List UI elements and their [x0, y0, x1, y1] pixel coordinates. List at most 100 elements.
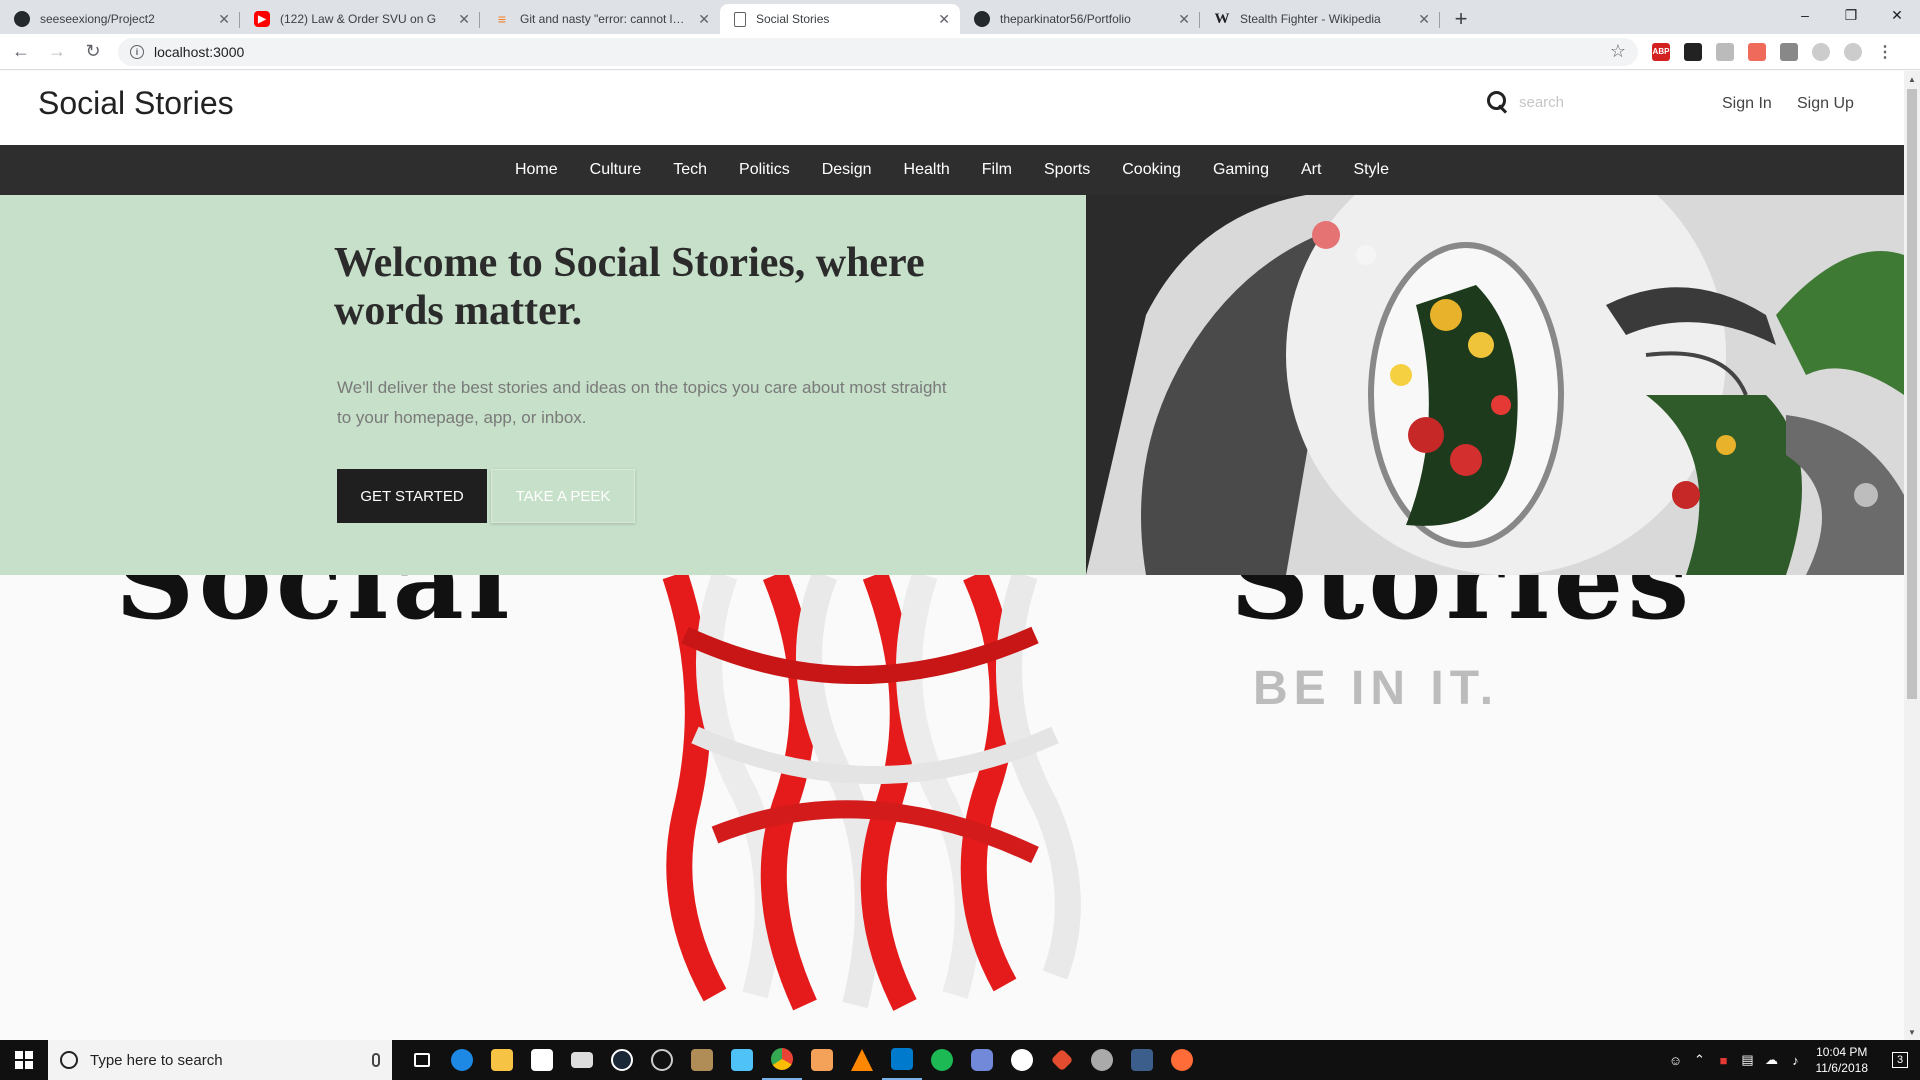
forward-arrow-icon[interactable]: → [42, 37, 72, 67]
edge-icon[interactable] [442, 1040, 482, 1080]
vscode-icon[interactable] [882, 1040, 922, 1080]
chevron-up-icon[interactable]: ⌃ [1688, 1052, 1712, 1068]
browser-tab[interactable]: Social Stories ✕ [720, 4, 960, 34]
search-input[interactable] [1519, 93, 1699, 111]
sign-up-link[interactable]: Sign Up [1797, 95, 1854, 113]
extension-icon[interactable] [1716, 42, 1734, 61]
nav-item-film[interactable]: Film [982, 161, 1012, 179]
scroll-down-icon[interactable]: ▼ [1904, 1024, 1920, 1040]
banner-word-right: Stories [1230, 575, 1694, 644]
address-bar[interactable]: i localhost:3000 ☆ [118, 37, 1638, 66]
tab-close-icon[interactable]: ✕ [1178, 11, 1190, 28]
hero-illustration [1086, 195, 1904, 575]
action-center-icon[interactable]: 3 [1880, 1040, 1920, 1080]
unity-icon[interactable] [642, 1040, 682, 1080]
extension-icon[interactable] [1748, 42, 1766, 61]
nav-item-home[interactable]: Home [515, 161, 558, 179]
sign-in-link[interactable]: Sign In [1722, 95, 1772, 113]
steam-icon[interactable] [602, 1040, 642, 1080]
people-icon[interactable]: ☺ [1664, 1053, 1688, 1068]
tab-close-icon[interactable]: ✕ [218, 11, 230, 28]
browser-tab[interactable]: W Stealth Fighter - Wikipedia ✕ [1200, 4, 1440, 34]
page-scrollbar[interactable]: ▲ ▼ [1904, 71, 1920, 1040]
github-desktop-icon[interactable] [1082, 1040, 1122, 1080]
volume-icon[interactable]: ♪ [1784, 1053, 1808, 1068]
discord-icon[interactable] [962, 1040, 1002, 1080]
git-icon[interactable] [1042, 1040, 1082, 1080]
clock-time: 10:04 PM [1816, 1045, 1868, 1059]
browser-tab[interactable]: ▶ (122) Law & Order SVU on G ✕ [240, 4, 480, 34]
nav-item-politics[interactable]: Politics [739, 161, 790, 179]
taskbar-clock[interactable]: 10:04 PM 11/6/2018 [1816, 1044, 1869, 1076]
start-button[interactable] [0, 1040, 48, 1080]
network-icon[interactable]: ▤ [1736, 1052, 1760, 1068]
browser-tab[interactable]: seeseexiong/Project2 ✕ [0, 4, 240, 34]
site-brand[interactable]: Social Stories [38, 85, 234, 122]
mail-icon[interactable] [562, 1040, 602, 1080]
tab-close-icon[interactable]: ✕ [458, 11, 470, 28]
nav-item-culture[interactable]: Culture [590, 161, 642, 179]
browser-tab[interactable]: theparkinator56/Portfolio ✕ [960, 4, 1200, 34]
nav-item-health[interactable]: Health [904, 161, 950, 179]
microphone-icon[interactable] [372, 1053, 380, 1067]
back-arrow-icon[interactable]: ← [6, 37, 36, 67]
info-icon[interactable]: i [130, 44, 144, 59]
get-started-button[interactable]: GET STARTED [337, 469, 487, 523]
nav-item-sports[interactable]: Sports [1044, 161, 1090, 179]
vlc-icon[interactable] [842, 1040, 882, 1080]
menu-kebab-icon[interactable]: ⋮ [1876, 43, 1894, 61]
maximize-icon[interactable]: ❐ [1828, 0, 1874, 30]
system-tray: ☺ ⌃ ■ ▤ ☁ ♪ 10:04 PM 11/6/2018 3 [1664, 1040, 1920, 1080]
extension-icon[interactable] [1780, 42, 1798, 61]
tab-title: theparkinator56/Portfolio [1000, 12, 1131, 26]
taskbar-search-placeholder[interactable]: Type here to search [90, 1052, 372, 1069]
flower-collage-image [1086, 195, 1904, 575]
taskbar-search[interactable]: Type here to search [48, 1040, 392, 1080]
file-explorer-icon[interactable] [482, 1040, 522, 1080]
search-icon[interactable] [1487, 91, 1509, 113]
spotify-icon[interactable] [922, 1040, 962, 1080]
nav-item-art[interactable]: Art [1301, 161, 1321, 179]
tray-app-icon[interactable]: ■ [1712, 1053, 1736, 1068]
new-tab-button[interactable]: + [1446, 4, 1476, 34]
tab-separator [1439, 12, 1440, 28]
tab-title: (122) Law & Order SVU on G [280, 12, 437, 26]
github-icon [974, 11, 990, 27]
chrome-icon[interactable] [762, 1040, 802, 1080]
scroll-up-icon[interactable]: ▲ [1904, 71, 1920, 87]
nav-item-design[interactable]: Design [822, 161, 872, 179]
app-window-icon[interactable] [722, 1040, 762, 1080]
tab-close-icon[interactable]: ✕ [1418, 11, 1430, 28]
adblock-icon[interactable]: ABP [1652, 42, 1670, 61]
url-text[interactable]: localhost:3000 [154, 44, 1610, 60]
minimize-icon[interactable]: – [1782, 0, 1828, 30]
tab-close-icon[interactable]: ✕ [698, 11, 710, 28]
category-nav: Home Culture Tech Politics Design Health Film S… [0, 145, 1904, 195]
scroll-thumb[interactable] [1907, 89, 1917, 699]
nav-item-tech[interactable]: Tech [673, 161, 707, 179]
extension-icon[interactable] [1812, 42, 1830, 61]
nav-item-cooking[interactable]: Cooking [1122, 161, 1181, 179]
take-a-peek-button[interactable]: TAKE A PEEK [491, 469, 635, 523]
tab-close-icon[interactable]: ✕ [938, 11, 950, 28]
onedrive-icon[interactable]: ☁ [1760, 1052, 1784, 1068]
store-icon[interactable] [522, 1040, 562, 1080]
nav-item-style[interactable]: Style [1353, 161, 1389, 179]
extension-icon[interactable] [1684, 42, 1702, 61]
tab-title: seeseexiong/Project2 [40, 12, 155, 26]
close-window-icon[interactable]: ✕ [1874, 0, 1920, 30]
profile-avatar-icon[interactable] [1844, 42, 1862, 61]
media-player-icon[interactable] [802, 1040, 842, 1080]
wikipedia-icon: W [1214, 10, 1230, 27]
ribbon-illustration [662, 575, 1081, 1011]
page-icon [734, 11, 746, 27]
task-view-icon[interactable] [402, 1040, 442, 1080]
reload-icon[interactable]: ↻ [78, 37, 108, 67]
league-icon[interactable] [682, 1040, 722, 1080]
bookmark-star-icon[interactable]: ☆ [1610, 41, 1626, 62]
ide-icon[interactable] [1122, 1040, 1162, 1080]
slack-icon[interactable] [1002, 1040, 1042, 1080]
nav-item-gaming[interactable]: Gaming [1213, 161, 1269, 179]
browser-tab[interactable]: ≡ Git and nasty "error: cannot lock ✕ [480, 4, 720, 34]
postman-icon[interactable] [1162, 1040, 1202, 1080]
